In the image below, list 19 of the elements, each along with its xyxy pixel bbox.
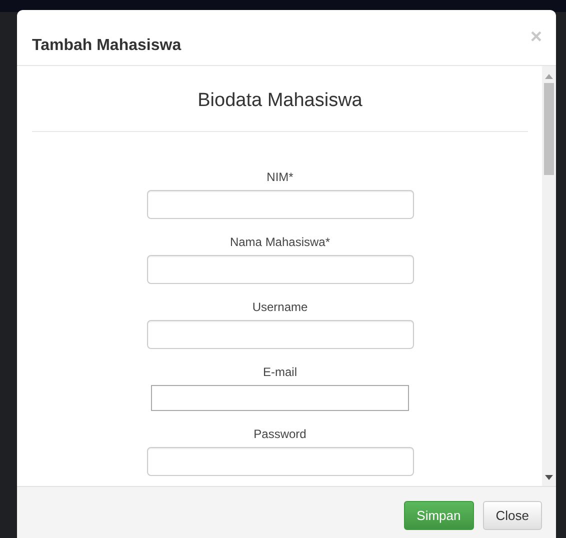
close-icon[interactable]: × xyxy=(530,27,542,47)
input-field[interactable] xyxy=(146,447,414,476)
field-label: Nama Mahasiswa* xyxy=(230,235,330,249)
save-button[interactable]: Simpan xyxy=(404,501,474,530)
section-title: Biodata Mahasiswa xyxy=(196,89,364,113)
scrollbar-thumb[interactable] xyxy=(544,83,554,175)
input-field[interactable] xyxy=(146,320,414,349)
scroll-up-icon[interactable] xyxy=(545,74,553,79)
field-label: Password xyxy=(254,427,306,441)
scroll-down-icon[interactable] xyxy=(545,475,553,480)
close-button[interactable]: Close xyxy=(482,501,542,530)
input-field[interactable] xyxy=(146,255,414,284)
field-label: E-mail xyxy=(262,365,297,379)
modal-title: Tambah Mahasiswa xyxy=(32,37,182,55)
scrollbar[interactable] xyxy=(542,66,556,486)
field-label: NIM* xyxy=(266,170,294,184)
input-field[interactable] xyxy=(151,385,409,411)
field-label: Username xyxy=(252,300,308,314)
input-field[interactable] xyxy=(146,190,414,219)
